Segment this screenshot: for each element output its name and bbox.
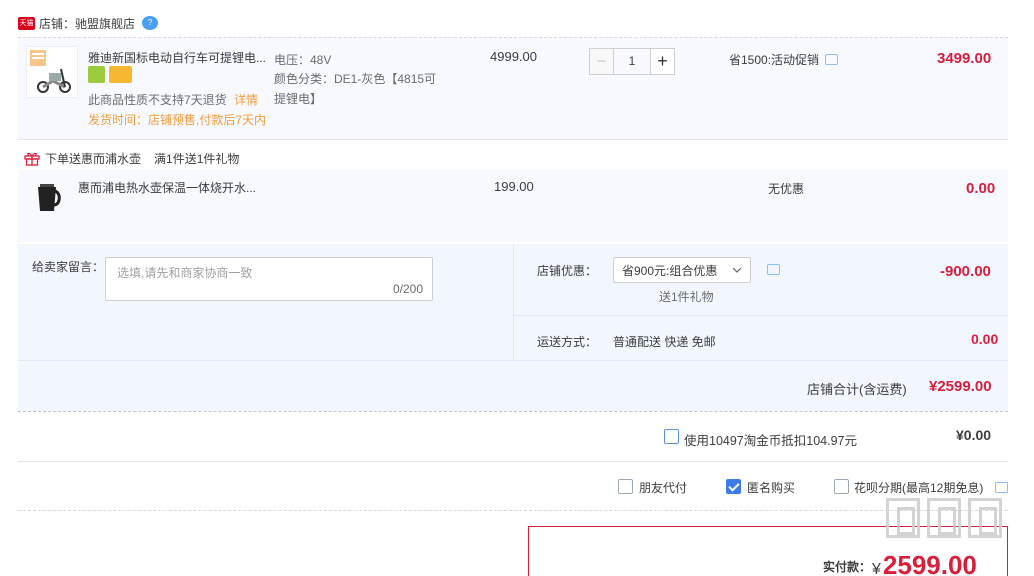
divider	[18, 139, 1008, 140]
shipping-label: 运送方式：	[537, 335, 598, 349]
shipping-amount: 0.00	[971, 331, 999, 347]
huabei-checkbox[interactable]	[834, 479, 849, 494]
discount-selected: 省900元:组合优惠	[622, 263, 718, 278]
currency-symbol: ¥	[872, 561, 881, 576]
spec-color-line1: 颜色分类：DE1-灰色【4815可	[274, 72, 437, 86]
divider	[513, 244, 514, 361]
promo-info: 省1500:活动促销	[729, 51, 839, 68]
message-counter: 0/200	[392, 282, 423, 296]
watermark-logo	[886, 498, 1009, 538]
detail-link[interactable]: 详情	[234, 93, 258, 107]
shop-name[interactable]: 店铺：驰盟旗舰店	[39, 15, 135, 32]
friend-pay-checkbox[interactable]	[618, 479, 633, 494]
coins-amount: ¥0.00	[956, 427, 992, 443]
gift-promo: 无优惠	[768, 182, 805, 196]
divider	[513, 315, 1008, 316]
anonymous-checkbox[interactable]	[726, 479, 741, 494]
shipping-method: 普通配送 快递 免邮	[613, 335, 716, 349]
friend-pay-label[interactable]: 朋友代付	[639, 479, 687, 496]
huabei-label[interactable]: 花呗分期(最高12期免息)	[854, 479, 983, 496]
credit-card-icon	[109, 66, 132, 83]
discount-select[interactable]: 省900元:组合优惠	[613, 257, 751, 283]
no-return-notice: 此商品性质不支持7天退货 详情	[88, 93, 259, 107]
product-image-kettle[interactable]	[30, 179, 64, 215]
coins-label[interactable]: 使用10497淘金币抵扣104.97元	[684, 430, 857, 449]
ship-time: 发货时间：店铺预售,付款后7天内	[88, 113, 267, 127]
item-subtotal: 3499.00	[937, 50, 992, 67]
message-placeholder: 选填,请先和商家协商一致	[117, 266, 253, 280]
payment-amount: 2599.00	[882, 550, 977, 576]
wangwang-chat-icon[interactable]: ?	[142, 16, 159, 30]
chevron-down-icon	[732, 267, 742, 273]
shop-header: 天猫 店铺：驰盟旗舰店 ?	[18, 13, 159, 33]
shop-total-label: 店铺合计(含运费)	[807, 382, 907, 397]
product-title[interactable]: 雅迪新国标电动自行车可提锂电...	[88, 49, 268, 66]
gift-rule: 满1件送1件礼物	[154, 152, 240, 166]
spec-color-line2: 提锂电】	[274, 92, 323, 106]
watermark-glyph	[968, 498, 1002, 538]
divider	[18, 461, 1008, 462]
gift-unit-price: 199.00	[494, 179, 534, 194]
quantity-input[interactable]: 1	[614, 48, 650, 75]
discount-tip-icon[interactable]	[767, 264, 780, 275]
discount-sub-note: 送1件礼物	[659, 290, 714, 304]
message-label: 给卖家留言：	[32, 260, 105, 274]
shop-total-amount: ¥2599.00	[929, 378, 992, 395]
discount-amount: -900.00	[940, 263, 991, 280]
quantity-stepper[interactable]: − 1 +	[589, 48, 675, 75]
watermark-glyph	[886, 498, 920, 538]
huabei-tip-icon[interactable]	[995, 482, 1008, 493]
anonymous-label[interactable]: 匿名购买	[747, 479, 795, 496]
use-coins-checkbox[interactable]	[664, 429, 679, 444]
payment-label: 实付款：	[823, 560, 872, 574]
unit-price: 4999.00	[490, 49, 537, 64]
divider	[18, 510, 1008, 511]
payment-total: ¥ 2599.00	[872, 550, 977, 576]
product-image-scooter[interactable]	[26, 46, 78, 98]
increase-button[interactable]: +	[650, 48, 675, 75]
gift-product-title[interactable]: 惠而浦电热水壶保温一体烧开水...	[78, 179, 258, 196]
gift-icon	[24, 152, 40, 166]
seller-message-input[interactable]: 选填,请先和商家协商一致 0/200	[105, 257, 433, 301]
watermark-glyph	[927, 498, 961, 538]
discount-label: 店铺优惠：	[537, 264, 598, 278]
service-icons	[88, 66, 132, 83]
gift-banner: 下单送惠而浦水壶 满1件送1件礼物	[24, 150, 239, 167]
gift-banner-text: 下单送惠而浦水壶	[45, 152, 142, 166]
gift-subtotal: 0.00	[966, 180, 996, 197]
promo-label: 省1500:活动促销	[729, 53, 820, 67]
decrease-button[interactable]: −	[589, 48, 614, 75]
guarantee-icon	[88, 66, 105, 83]
divider	[18, 360, 1008, 361]
tmall-badge-icon: 天猫	[18, 16, 35, 30]
divider	[18, 411, 1008, 412]
promo-tip-icon[interactable]	[825, 54, 839, 65]
spec-voltage: 电压：48V	[274, 53, 332, 67]
